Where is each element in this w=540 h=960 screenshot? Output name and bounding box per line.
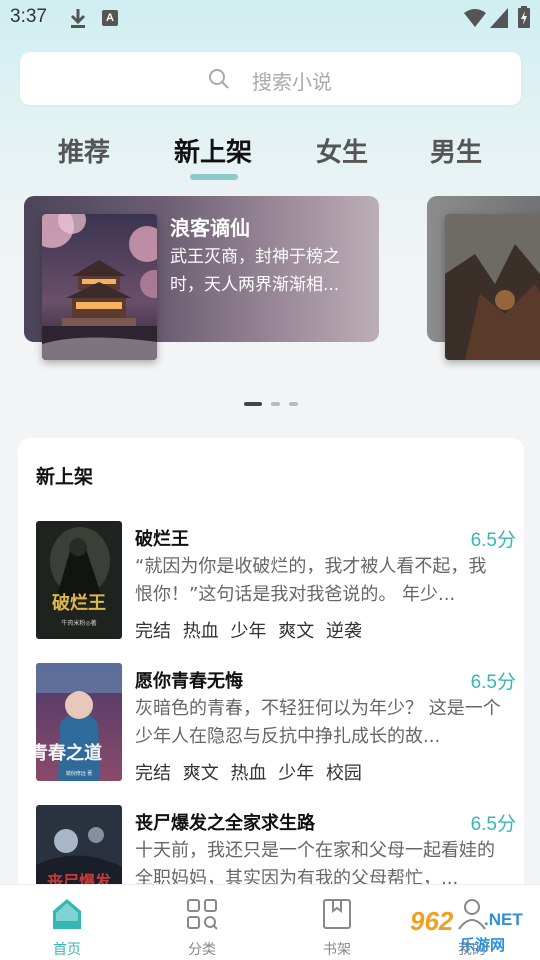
book-cover: 破烂王 牛肉米粉◎著 <box>36 521 122 639</box>
download-icon <box>70 9 86 28</box>
banner-card[interactable]: 浪客谪仙 武王灭商，封神于榜之时，天人两界渐渐相... <box>24 196 379 360</box>
book-tag: 少年 <box>278 763 315 784</box>
nav-category-label: 分类 <box>188 942 216 958</box>
book-tag: 热血 <box>182 621 219 642</box>
cover-title: 破烂王 <box>52 592 106 614</box>
book-item[interactable]: 破烂王 牛肉米粉◎著 破烂王 6.5分 “就因为你是收破烂的，我才被人看不起，我… <box>36 521 516 643</box>
signal-icon <box>490 8 508 28</box>
nav-bookshelf[interactable]: 书架 <box>297 893 377 959</box>
new-arrivals-section: 新上架 破烂王 牛肉米粉◎著 破烂王 6.5分 “就因为你是收破烂的，我才被人看… <box>18 438 524 923</box>
book-name: 丧尸爆发之全家求生路 <box>135 813 315 834</box>
nav-category[interactable]: 分类 <box>162 893 242 959</box>
search-icon <box>209 69 229 89</box>
carousel-dot-active <box>244 402 262 406</box>
book-score: 6.5分 <box>470 530 516 551</box>
search-input[interactable]: 搜索小说 <box>20 52 521 105</box>
banner-description: 武王灭商，封神于榜之时，天人两界渐渐相... <box>170 247 340 295</box>
status-time: 3:37 <box>10 6 47 27</box>
battery-icon <box>518 6 530 28</box>
category-tabs: 推荐 新上架 女生 男生 <box>0 132 540 182</box>
book-tag: 少年 <box>230 621 267 642</box>
category-icon <box>187 899 218 930</box>
watermark-name: 乐游网 <box>460 936 506 954</box>
cover-author: 牛肉米粉◎著 <box>61 619 96 627</box>
book-description: 灰暗色的青春，不轻狂何以为年少？ 这是一个少年人在隐忍与反抗中挣扎成长的故... <box>135 698 501 747</box>
status-bar: 3:37 A <box>0 0 540 36</box>
book-score: 6.5分 <box>470 814 516 835</box>
book-name: 破烂王 <box>135 529 189 550</box>
book-score: 6.5分 <box>470 672 516 693</box>
carousel-dot <box>271 402 280 406</box>
section-title: 新上架 <box>36 466 94 488</box>
book-tag: 爽文 <box>278 621 315 642</box>
book-tags: 完结 热血 少年 爽文 逆袭 <box>135 617 368 643</box>
book-cover: 青春之道 端倪修远 著 <box>36 663 122 781</box>
carousel-indicator <box>244 402 304 406</box>
book-tag: 完结 <box>135 763 171 784</box>
cover-title: 青春之道 <box>36 742 102 764</box>
tab-male[interactable]: 男生 <box>430 132 482 169</box>
tab-indicator <box>190 174 238 180</box>
watermark-number: 962 <box>410 906 454 936</box>
banner-card-next[interactable] <box>427 196 540 360</box>
book-description: “就因为你是收破烂的，我才被人看不起，我恨你！”这句话是我对我爸说的。 年少..… <box>135 556 487 605</box>
banner-carousel[interactable]: 浪客谪仙 武王灭商，封神于榜之时，天人两界渐渐相... <box>0 196 540 366</box>
home-icon <box>53 899 81 929</box>
watermark-domain: .NET <box>484 910 523 929</box>
bookshelf-icon <box>323 899 351 929</box>
wifi-icon <box>464 9 486 27</box>
tab-recommend[interactable]: 推荐 <box>58 132 110 169</box>
carousel-dot <box>289 402 298 406</box>
nav-home-label: 首页 <box>53 942 81 958</box>
book-item[interactable]: 青春之道 端倪修远 著 愿你青春无悔 6.5分 灰暗色的青春，不轻狂何以为年少？… <box>36 663 516 785</box>
search-placeholder: 搜索小说 <box>252 70 332 94</box>
book-tag: 热血 <box>230 763 267 784</box>
banner-book-cover <box>42 214 157 360</box>
book-tag: 爽文 <box>182 763 219 784</box>
book-tag: 校园 <box>325 763 362 784</box>
tab-female[interactable]: 女生 <box>316 132 368 169</box>
site-watermark: 962 .NET 乐游网 <box>400 906 536 956</box>
banner-book-cover-next <box>445 214 540 360</box>
nav-home[interactable]: 首页 <box>27 893 107 959</box>
notification-app-icon: A <box>102 10 118 26</box>
cover-author: 端倪修远 著 <box>66 770 93 777</box>
nav-bookshelf-label: 书架 <box>323 942 351 958</box>
book-tag: 逆袭 <box>325 621 362 642</box>
book-tag: 完结 <box>135 621 171 642</box>
tab-new-arrivals[interactable]: 新上架 <box>174 132 252 169</box>
book-name: 愿你青春无悔 <box>135 671 243 692</box>
banner-title: 浪客谪仙 <box>170 216 250 240</box>
book-tags: 完结 爽文 热血 少年 校园 <box>135 759 368 785</box>
